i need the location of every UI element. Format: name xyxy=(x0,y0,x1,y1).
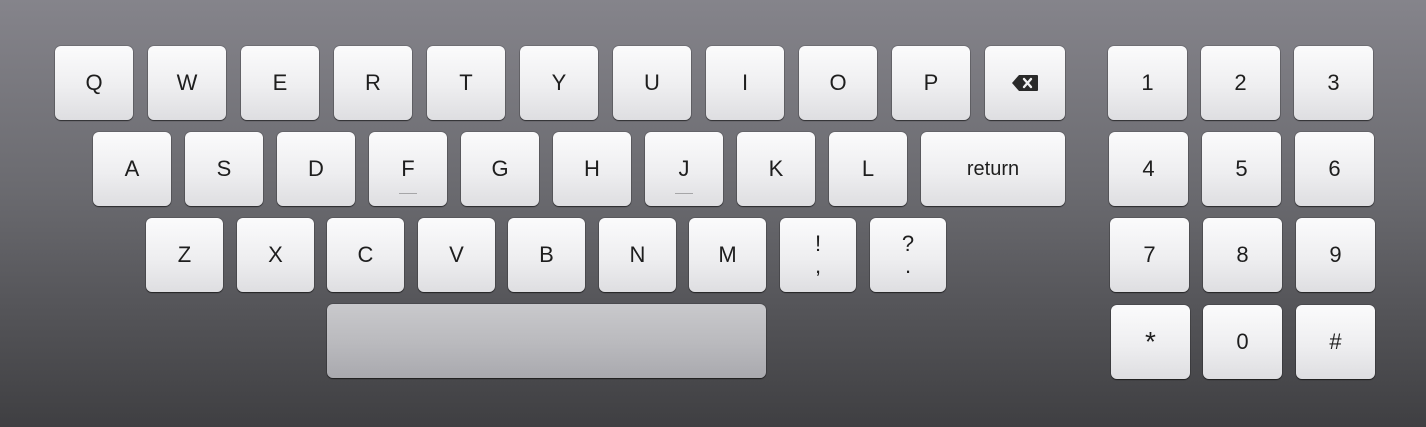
key-c[interactable]: C xyxy=(327,218,404,292)
key-l[interactable]: L xyxy=(829,132,907,206)
numpad-key-4[interactable]: 4 xyxy=(1109,132,1188,206)
numpad-key-3[interactable]: 3 xyxy=(1294,46,1373,120)
key-u[interactable]: U xyxy=(613,46,691,120)
key-d[interactable]: D xyxy=(277,132,355,206)
key-m[interactable]: M xyxy=(689,218,766,292)
key-p[interactable]: P xyxy=(892,46,970,120)
key-o[interactable]: O xyxy=(799,46,877,120)
key-f[interactable]: F xyxy=(369,132,447,206)
key-x[interactable]: X xyxy=(237,218,314,292)
key-question-period[interactable]: ? . xyxy=(870,218,946,292)
space-bar[interactable] xyxy=(327,304,766,378)
key-y[interactable]: Y xyxy=(520,46,598,120)
backspace-key[interactable] xyxy=(985,46,1065,120)
keyboard: Q W E R T Y U I O P A S D F G H J K L re… xyxy=(0,0,1426,427)
key-a[interactable]: A xyxy=(93,132,171,206)
numpad-key-6[interactable]: 6 xyxy=(1295,132,1374,206)
key-z[interactable]: Z xyxy=(146,218,223,292)
key-b[interactable]: B xyxy=(508,218,585,292)
numpad-key-5[interactable]: 5 xyxy=(1202,132,1281,206)
numpad-key-asterisk[interactable]: * xyxy=(1111,305,1190,379)
key-i[interactable]: I xyxy=(706,46,784,120)
key-w[interactable]: W xyxy=(148,46,226,120)
numpad-key-7[interactable]: 7 xyxy=(1110,218,1189,292)
return-key[interactable]: return xyxy=(921,132,1065,206)
key-h[interactable]: H xyxy=(553,132,631,206)
numpad-key-9[interactable]: 9 xyxy=(1296,218,1375,292)
numpad-key-1[interactable]: 1 xyxy=(1108,46,1187,120)
key-t[interactable]: T xyxy=(427,46,505,120)
key-exclamation-comma[interactable]: ! , xyxy=(780,218,856,292)
key-e[interactable]: E xyxy=(241,46,319,120)
key-s[interactable]: S xyxy=(185,132,263,206)
key-v[interactable]: V xyxy=(418,218,495,292)
key-g[interactable]: G xyxy=(461,132,539,206)
numpad-key-hash[interactable]: # xyxy=(1296,305,1375,379)
key-r[interactable]: R xyxy=(334,46,412,120)
key-j[interactable]: J xyxy=(645,132,723,206)
key-k[interactable]: K xyxy=(737,132,815,206)
numpad-key-0[interactable]: 0 xyxy=(1203,305,1282,379)
key-n[interactable]: N xyxy=(599,218,676,292)
key-q[interactable]: Q xyxy=(55,46,133,120)
numpad-key-8[interactable]: 8 xyxy=(1203,218,1282,292)
numpad-key-2[interactable]: 2 xyxy=(1201,46,1280,120)
backspace-icon xyxy=(1011,74,1039,92)
